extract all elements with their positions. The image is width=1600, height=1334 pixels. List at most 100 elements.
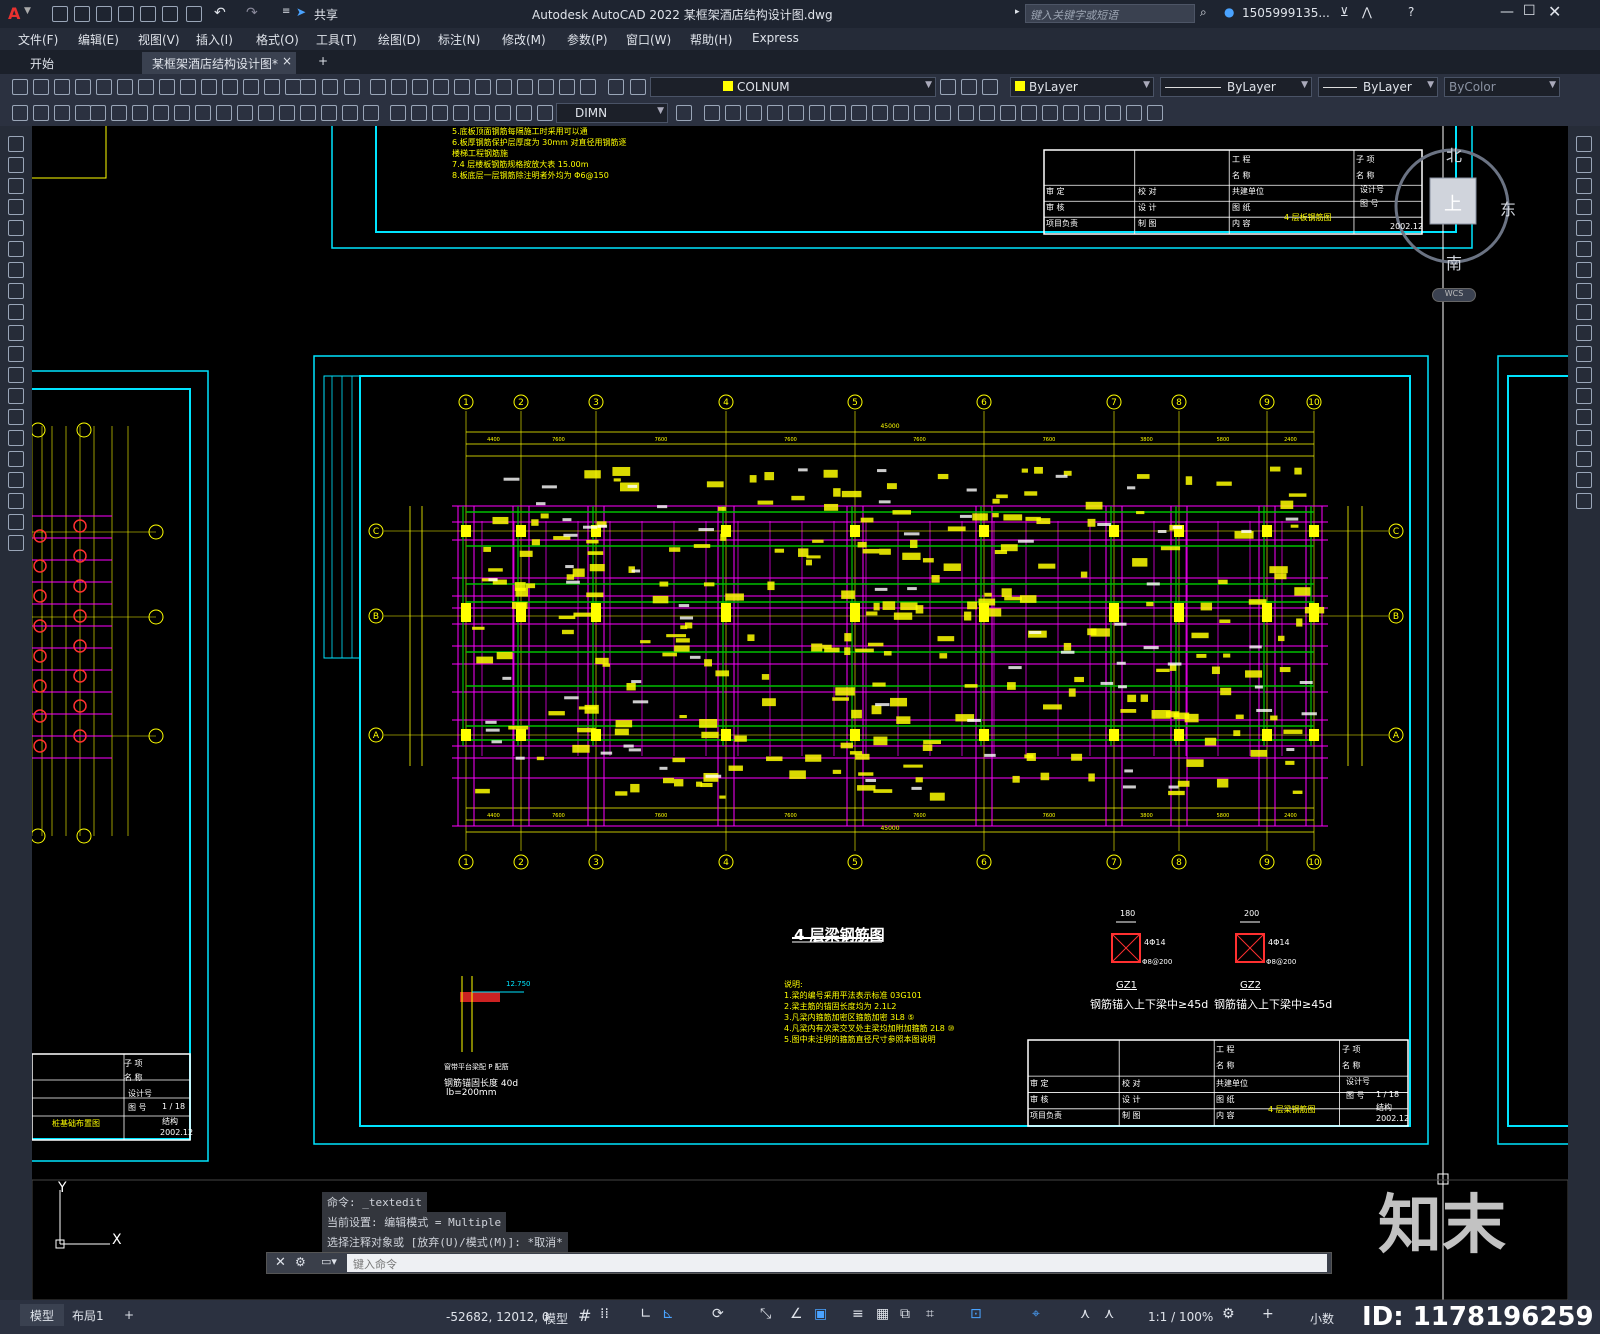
annotate-plus-icon[interactable]: + <box>1262 1306 1274 1322</box>
share-button[interactable]: 共享 <box>314 6 338 23</box>
toolbar-tool-icon[interactable] <box>279 105 295 121</box>
menu-item[interactable]: 格式(O) <box>256 31 299 48</box>
toolbar-tool-icon[interactable] <box>180 79 196 95</box>
modify-tool-icon[interactable] <box>1576 136 1592 152</box>
draw-tool-icon[interactable] <box>8 262 24 278</box>
draw-tool-icon[interactable] <box>8 283 24 299</box>
toolbar-tool-icon[interactable] <box>746 105 762 121</box>
toolbar-tool-icon[interactable] <box>630 79 646 95</box>
cart-icon[interactable]: ⊻ <box>1340 5 1349 19</box>
toolbar-tool-icon[interactable] <box>391 79 407 95</box>
add-layout-button[interactable]: + <box>124 1308 134 1322</box>
save-as-icon[interactable] <box>118 6 134 22</box>
draw-tool-icon[interactable] <box>8 535 24 551</box>
toolbar-tool-icon[interactable] <box>33 105 49 121</box>
3d-osnap-icon[interactable]: ⌗ <box>926 1306 934 1322</box>
ucs-icon[interactable]: ⌖ <box>1032 1306 1040 1322</box>
draw-tool-icon[interactable] <box>8 325 24 341</box>
toolbar-tool-icon[interactable] <box>96 79 112 95</box>
help-icon[interactable]: ? <box>1408 5 1414 19</box>
toolbar-tool-icon[interactable] <box>1084 105 1100 121</box>
toolbar-tool-icon[interactable] <box>33 79 49 95</box>
menu-item[interactable]: Express <box>752 31 799 45</box>
units-display[interactable]: 小数 <box>1310 1310 1334 1327</box>
toolbar-tool-icon[interactable] <box>767 105 783 121</box>
layer-dropdown[interactable]: COLNUM ▼ <box>650 77 936 97</box>
minimize-button[interactable]: — <box>1500 4 1514 20</box>
chevron-down-icon[interactable]: ▼ <box>24 6 31 16</box>
toolbar-tool-icon[interactable] <box>321 105 337 121</box>
toolbar-tool-icon[interactable] <box>475 79 491 95</box>
toolbar-tool-icon[interactable] <box>979 105 995 121</box>
user-account[interactable]: 1505999135... <box>1242 6 1330 20</box>
toolbar-tool-icon[interactable] <box>538 79 554 95</box>
osnap-icon[interactable]: ∠ <box>790 1306 803 1322</box>
toolbar-tool-icon[interactable] <box>216 105 232 121</box>
add-tab-button[interactable]: + <box>318 54 328 68</box>
wcs-menu[interactable]: WCS <box>1432 288 1476 302</box>
tab-layout1[interactable]: 布局1 <box>62 1304 114 1326</box>
toolbar-tool-icon[interactable] <box>559 79 575 95</box>
toolbar-tool-icon[interactable] <box>940 79 956 95</box>
toolbar-tool-icon[interactable] <box>961 79 977 95</box>
draw-tool-icon[interactable] <box>8 388 24 404</box>
toolbar-tool-icon[interactable] <box>111 105 127 121</box>
toolbar-tool-icon[interactable] <box>454 79 470 95</box>
draw-tool-icon[interactable] <box>8 451 24 467</box>
menu-item[interactable]: 修改(M) <box>502 31 546 48</box>
modify-tool-icon[interactable] <box>1576 157 1592 173</box>
tab-start[interactable]: 开始 <box>20 52 64 74</box>
save-icon[interactable] <box>96 6 112 22</box>
toolbar-tool-icon[interactable] <box>411 105 427 121</box>
plot-icon[interactable] <box>186 6 202 22</box>
modify-tool-icon[interactable] <box>1576 262 1592 278</box>
toolbar-tool-icon[interactable] <box>117 79 133 95</box>
toolbar-tool-icon[interactable] <box>517 79 533 95</box>
toolbar-tool-icon[interactable] <box>914 105 930 121</box>
toolbar-tool-icon[interactable] <box>788 105 804 121</box>
menu-item[interactable]: 参数(P) <box>567 31 608 48</box>
toolbar-tool-icon[interactable] <box>344 79 360 95</box>
viewcube-north[interactable]: 北 <box>1446 142 1462 166</box>
maximize-button[interactable]: ☐ <box>1523 3 1536 19</box>
toolbar-tool-icon[interactable] <box>1147 105 1163 121</box>
toolbar-tool-icon[interactable] <box>893 105 909 121</box>
toolbar-tool-icon[interactable] <box>363 105 379 121</box>
draw-tool-icon[interactable] <box>8 346 24 362</box>
toolbar-tool-icon[interactable] <box>704 105 720 121</box>
toolbar-tool-icon[interactable] <box>453 105 469 121</box>
redo-icon[interactable]: ↷ <box>246 5 258 21</box>
toolbar-tool-icon[interactable] <box>153 105 169 121</box>
toolbar-tool-icon[interactable] <box>390 105 406 121</box>
toolbar-tool-icon[interactable] <box>1042 105 1058 121</box>
toolbar-tool-icon[interactable] <box>75 79 91 95</box>
selection-cycling-icon[interactable]: ⧉ <box>900 1306 910 1322</box>
draw-tool-icon[interactable] <box>8 472 24 488</box>
toolbar-tool-icon[interactable] <box>1000 105 1016 121</box>
toolbar-tool-icon[interactable] <box>872 105 888 121</box>
toolbar-tool-icon[interactable] <box>54 105 70 121</box>
toolbar-tool-icon[interactable] <box>433 79 449 95</box>
modify-tool-icon[interactable] <box>1576 472 1592 488</box>
menu-item[interactable]: 窗口(W) <box>626 31 671 48</box>
draw-tool-icon[interactable] <box>8 199 24 215</box>
modify-tool-icon[interactable] <box>1576 388 1592 404</box>
lineweight-dropdown[interactable]: ByLayer ▼ <box>1318 77 1438 97</box>
toolbar-tool-icon[interactable] <box>12 105 28 121</box>
search-icon[interactable]: ⌕ <box>1200 5 1207 20</box>
toolbar-tool-icon[interactable] <box>54 79 70 95</box>
draw-tool-icon[interactable] <box>8 367 24 383</box>
menu-item[interactable]: 视图(V) <box>138 31 180 48</box>
customize-command-icon[interactable]: ⚙ <box>295 1255 306 1269</box>
undo-icon[interactable]: ↶ <box>214 5 226 21</box>
open-web-icon[interactable] <box>140 6 156 22</box>
toolbar-tool-icon[interactable] <box>1021 105 1037 121</box>
chevron-right-icon[interactable]: ▸ <box>1015 7 1020 17</box>
close-button[interactable]: ✕ <box>1548 2 1561 21</box>
toolbar-tool-icon[interactable] <box>474 105 490 121</box>
modify-tool-icon[interactable] <box>1576 304 1592 320</box>
modify-tool-icon[interactable] <box>1576 409 1592 425</box>
isodraft-icon[interactable]: ⟳ <box>712 1306 724 1322</box>
toolbar-tool-icon[interactable] <box>725 105 741 121</box>
toolbar-tool-icon[interactable] <box>285 79 301 95</box>
